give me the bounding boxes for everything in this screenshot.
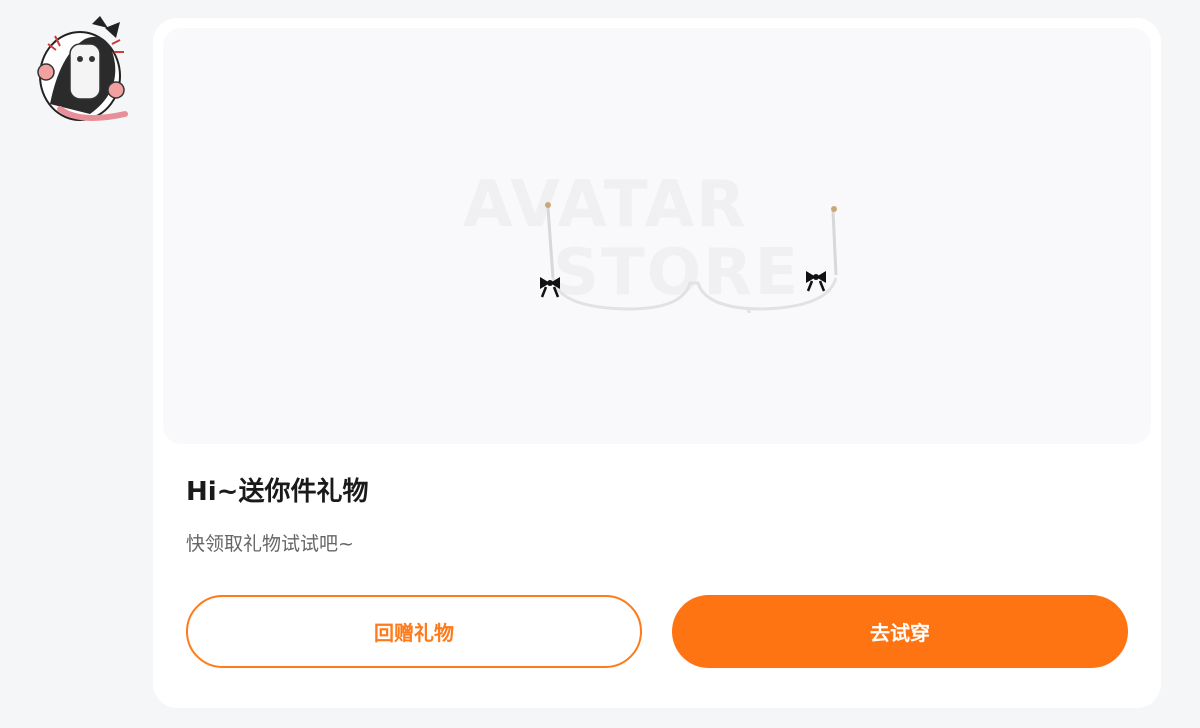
gift-card: AVATAR STORE Hi~送你件礼物 快领取礼物试试吧~ 回赠礼物 去试穿 [153,18,1161,708]
gift-subtitle: 快领取礼物试试吧~ [186,533,354,555]
gift-preview: AVATAR STORE [163,28,1151,444]
gift-message: AVATAR STORE Hi~送你件礼物 快领取礼物试试吧~ 回赠礼物 去试穿 [0,0,1200,728]
return-gift-button[interactable]: 回赠礼物 [186,595,642,668]
cat-girl-avatar-icon [37,16,128,121]
try-on-button[interactable]: 去试穿 [672,595,1128,668]
glasses-with-bows-icon [540,202,838,313]
avatar[interactable] [30,14,130,124]
gift-title: Hi~送你件礼物 [186,477,369,507]
